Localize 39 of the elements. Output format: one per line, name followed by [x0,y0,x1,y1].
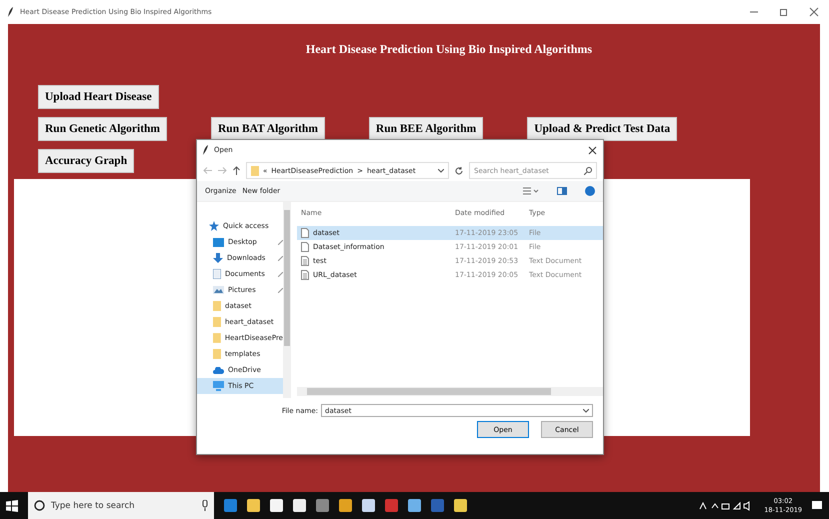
app-heading: Heart Disease Prediction Using Bio Inspired Algorithms [306,42,592,57]
minimize-icon [750,11,758,13]
text-file-icon [301,256,309,266]
preview-pane-icon [557,187,567,195]
notification-icon [812,500,823,511]
microphone-icon [202,500,208,511]
cloud-icon [213,366,224,374]
feather-icon [8,7,14,17]
download-icon [213,253,223,263]
action-button[interactable]: Run BAT Algorithm [211,117,325,141]
text-file-icon [301,270,309,280]
star-icon [209,221,219,231]
refresh-icon [455,166,463,174]
back-arrow-icon [203,167,212,174]
search-icon [34,500,45,511]
action-button[interactable]: Upload Heart Disease [38,85,159,109]
close-icon [807,7,821,17]
dropdown-caret-icon [438,168,444,172]
dropdown-caret-icon [583,408,589,412]
vertical-scrollbar[interactable] [283,202,291,398]
restore-icon [780,8,787,16]
forward-arrow-icon [218,167,227,174]
feather-icon [203,145,209,155]
taskbar-search-field[interactable]: Type here to search [28,492,214,519]
close-icon [588,146,597,154]
search-icon [584,166,592,174]
desktop-icon [213,238,224,246]
start-icon [6,500,18,512]
up-arrow-icon [233,166,240,175]
scrollbar-thumb[interactable] [284,210,290,346]
horizontal-scrollbar[interactable] [297,387,603,396]
picture-icon [213,286,224,294]
action-button[interactable]: Upload & Predict Test Data [527,117,678,141]
action-button[interactable]: Accuracy Graph [38,149,134,173]
action-button[interactable]: Run BEE Algorithm [368,117,484,141]
computer-icon [213,381,224,391]
action-button[interactable]: Run Genetic Algorithm [38,117,167,141]
view-options-icon [523,187,539,195]
scrollbar-thumb[interactable] [307,388,551,395]
